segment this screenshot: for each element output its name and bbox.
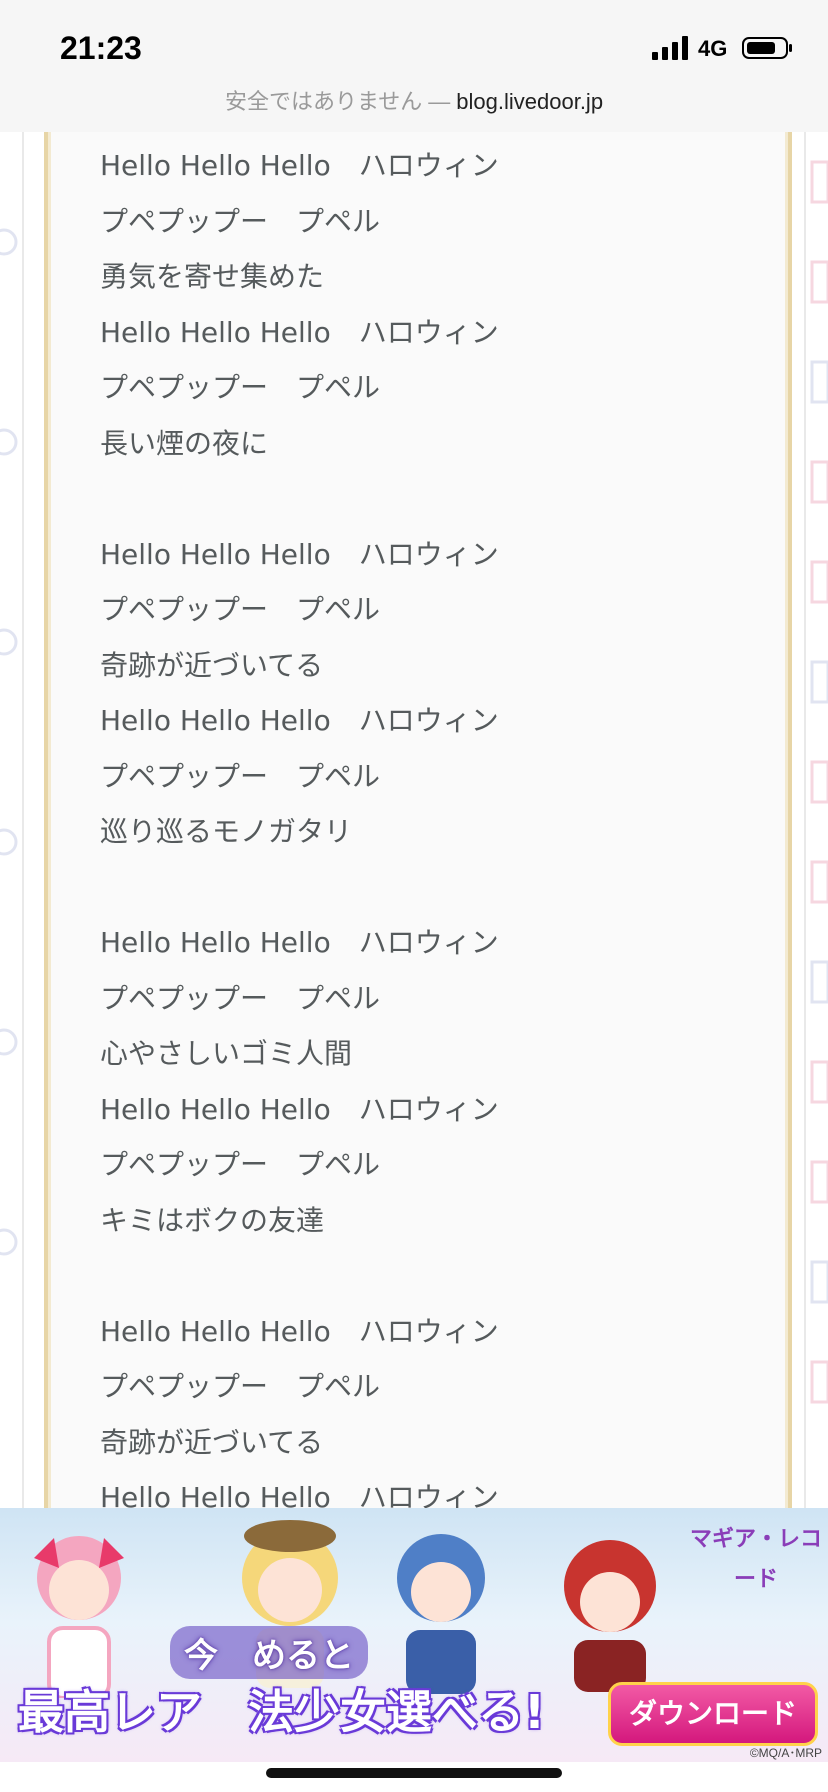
lyric-line: 長い煙の夜に <box>100 426 269 460</box>
lyric-line: Hello Hello Hello ハロウィン <box>100 926 499 959</box>
lyric-line: Hello Hello Hello ハロウィン <box>100 704 499 737</box>
status-bar: 21:23 4G 安全ではありません — blog.livedoor.jp <box>0 0 828 132</box>
address-separator: — <box>428 89 451 114</box>
lyric-stanza: Hello Hello Hello ハロウィン プペプップー プペル 奇跡が近づ… <box>100 1304 780 1509</box>
ad-headline: 最高レア 法少女選べる! <box>18 1685 545 1739</box>
lyric-stanza: Hello Hello Hello ハロウィン プペプップー プペル 勇気を寄せ… <box>100 138 780 471</box>
right-pattern-decoration <box>810 160 828 1404</box>
frame-outer-line-right <box>804 132 806 1508</box>
lyric-line: Hello Hello Hello ハロウィン <box>100 1314 499 1348</box>
ad-subheadline: 今 めると <box>170 1626 368 1679</box>
lyric-line: 奇跡が近づいてる <box>100 648 324 682</box>
left-pattern-decoration <box>0 228 18 1256</box>
lyric-line: 巡り巡るモノガタリ <box>100 815 353 848</box>
home-indicator[interactable] <box>266 1768 562 1778</box>
lyric-line: Hello Hello Hello ハロウィン <box>100 1092 499 1126</box>
lyric-stanza: Hello Hello Hello ハロウィン プペプップー プペル 奇跡が近づ… <box>100 527 780 860</box>
article-content: Hello Hello Hello ハロウィン プペプップー プペル 勇気を寄せ… <box>44 132 792 1508</box>
lyric-line: プペプップー プペル <box>100 593 381 626</box>
network-type: 4G <box>698 36 728 61</box>
lyric-line: Hello Hello Hello ハロウィン <box>100 315 499 349</box>
lyric-line: Hello Hello Hello ハロウィン <box>100 149 499 182</box>
lyric-line: Hello Hello Hello ハロウィン <box>100 1481 499 1508</box>
domain-text: blog.livedoor.jp <box>456 89 604 114</box>
lyric-line: プペプップー プペル <box>100 759 381 793</box>
character-red-illustration <box>564 1540 656 1692</box>
signal-icon <box>652 36 688 60</box>
clock: 21:23 <box>60 30 142 66</box>
ad-copyright: ©MQ/A･MRP <box>749 1746 822 1760</box>
ad-banner[interactable]: マギア・レコード 今 めると 最高レア 法少女選べる! ダウンロード ©MQ/A… <box>0 1508 828 1762</box>
security-warning: 安全ではありません <box>224 89 423 114</box>
lyric-line: 勇気を寄せ集めた <box>100 260 325 293</box>
lyric-line: 奇跡が近づいてる <box>100 1425 324 1459</box>
download-button[interactable]: ダウンロード <box>608 1682 818 1746</box>
lyric-line: プペプップー プペル <box>100 204 381 238</box>
lyric-line: 心やさしいゴミ人間 <box>100 1037 353 1070</box>
frame-outer-line-left <box>22 132 24 1508</box>
lyrics-body: Hello Hello Hello ハロウィン プペプップー プペル 勇気を寄せ… <box>100 138 780 1508</box>
lyric-line: Hello Hello Hello ハロウィン <box>100 537 499 571</box>
lyric-line: キミはボクの友達 <box>100 1203 325 1237</box>
lyric-line: プペプップー プペル <box>100 371 381 404</box>
character-pink-illustration <box>34 1536 124 1698</box>
battery-icon <box>742 37 792 59</box>
lyric-line: プペプップー プペル <box>100 1370 381 1403</box>
lyric-line: プペプップー プペル <box>100 1148 381 1181</box>
game-logo: マギア・レコード <box>690 1527 823 1592</box>
lyric-stanza: Hello Hello Hello ハロウィン プペプップー プペル 心やさしい… <box>100 915 780 1248</box>
address-bar[interactable]: 安全ではありません — blog.livedoor.jp <box>0 84 828 116</box>
character-blue-illustration <box>397 1534 485 1694</box>
lyric-line: プペプップー プペル <box>100 981 381 1015</box>
